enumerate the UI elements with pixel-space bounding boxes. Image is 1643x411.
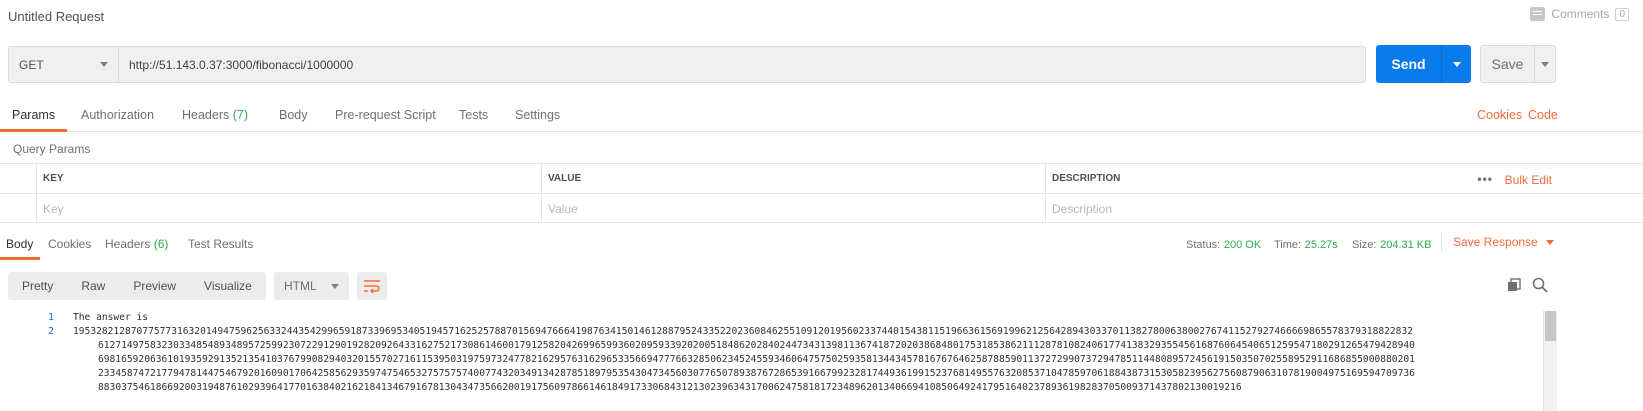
language-label: HTML <box>284 279 317 293</box>
search-icon[interactable] <box>1532 277 1548 293</box>
code-line-2-wrap: 2334587472177947814475467920160901706425… <box>98 368 1415 379</box>
tab-body[interactable]: Body <box>279 100 308 132</box>
tab-response-headers-count: (6) <box>153 237 169 251</box>
preview-button[interactable]: Preview <box>119 272 190 300</box>
wrap-lines-button[interactable] <box>357 272 387 300</box>
code-link[interactable]: Code <box>1528 108 1558 122</box>
save-response-button[interactable]: Save Response <box>1453 235 1554 249</box>
raw-button[interactable]: Raw <box>67 272 119 300</box>
method-select[interactable]: GET <box>9 47 119 82</box>
tab-pre-request-script[interactable]: Pre-request Script <box>335 100 436 132</box>
line-number: 2 <box>47 326 54 337</box>
value-input[interactable]: Value <box>541 194 1045 223</box>
send-button[interactable]: Send <box>1376 45 1442 83</box>
request-title[interactable]: Untitled Request <box>8 9 104 24</box>
time-label: Time: <box>1274 239 1302 251</box>
code-line-2-wrap: 6127149758323033485489348957259923072291… <box>98 340 1415 351</box>
tab-headers-count: (7) <box>232 108 249 122</box>
request-tabs: Params Authorization Headers (7) Body Pr… <box>0 100 1643 132</box>
params-header-row: KEY VALUE DESCRIPTION ••• Bulk Edit <box>0 164 1643 194</box>
value-column-header: VALUE <box>541 164 1045 193</box>
code-line-1: The answer is <box>73 312 149 323</box>
send-options-button[interactable] <box>1442 45 1471 83</box>
divider <box>1441 234 1442 252</box>
params-table: KEY VALUE DESCRIPTION ••• Bulk Edit Key … <box>0 163 1643 223</box>
key-column-header: KEY <box>36 164 541 193</box>
status-label: Status: <box>1186 239 1221 251</box>
tab-tests[interactable]: Tests <box>459 100 488 132</box>
code-line-2-wrap: 8830375461866920031948761029396417701638… <box>98 382 1242 393</box>
size-value: 204.31 KB <box>1380 239 1432 251</box>
method-label: GET <box>19 57 44 72</box>
response-tabs: Body Cookies Headers (6) Test Results St… <box>0 232 1643 260</box>
tab-response-headers[interactable]: Headers (6) <box>105 232 168 260</box>
tab-response-body[interactable]: Body <box>0 232 40 260</box>
visualize-button[interactable]: Visualize <box>190 272 266 300</box>
wrap-lines-icon <box>364 280 380 293</box>
chevron-down-icon <box>1452 61 1461 67</box>
code-line-2: 1953282128707757731632014947596256332443… <box>73 326 1414 337</box>
chevron-down-icon <box>100 62 108 67</box>
comment-icon <box>1530 7 1546 21</box>
save-response-label: Save Response <box>1453 235 1538 249</box>
tab-response-headers-label: Headers <box>105 237 151 251</box>
comments-label: Comments <box>1551 7 1610 21</box>
format-bar: Pretty Raw Preview Visualize <box>8 272 266 300</box>
tab-authorization[interactable]: Authorization <box>81 100 154 132</box>
scrollbar-thumb[interactable] <box>1545 311 1556 341</box>
pretty-button[interactable]: Pretty <box>8 272 67 300</box>
url-input[interactable]: http://51.143.0.37:3000/fibonacci/100000… <box>119 47 1365 82</box>
description-input[interactable]: Description <box>1045 194 1643 223</box>
description-column-header: DESCRIPTION <box>1045 164 1643 193</box>
size-label: Size: <box>1352 239 1377 251</box>
time-value: 25.27s <box>1304 239 1338 251</box>
params-row: Key Value Description <box>0 194 1643 223</box>
send-button-group: Send <box>1376 45 1471 83</box>
tab-test-results[interactable]: Test Results <box>188 232 253 260</box>
language-select[interactable]: HTML <box>274 272 349 300</box>
chevron-down-icon <box>331 283 339 289</box>
save-button[interactable]: Save <box>1481 46 1535 82</box>
save-button-group: Save <box>1480 45 1556 83</box>
chevron-down-icon <box>1541 61 1549 67</box>
cookies-link[interactable]: Cookies <box>1477 108 1522 122</box>
bulk-edit-link[interactable]: Bulk Edit <box>1505 173 1552 187</box>
tab-response-cookies[interactable]: Cookies <box>48 232 91 260</box>
time-info: Time: 25.27s <box>1274 236 1338 251</box>
copy-icon[interactable] <box>1507 278 1521 292</box>
code-line-2-wrap: 6981659206361019359291352135410376799082… <box>98 354 1415 365</box>
query-params-title: Query Params <box>13 142 91 156</box>
status-info: Status: 200 OK <box>1186 236 1261 251</box>
more-options-icon[interactable]: ••• <box>1477 172 1493 186</box>
size-info: Size: 204.31 KB <box>1352 236 1431 251</box>
tab-headers[interactable]: Headers (7) <box>182 100 248 132</box>
chevron-down-icon <box>1545 239 1554 245</box>
key-input[interactable]: Key <box>36 194 541 223</box>
comments-button[interactable]: Comments 0 <box>1530 7 1629 21</box>
tab-settings[interactable]: Settings <box>515 100 560 132</box>
comments-count: 0 <box>1615 7 1629 21</box>
line-number: 1 <box>47 312 54 323</box>
status-value: 200 OK <box>1223 239 1262 251</box>
save-options-button[interactable] <box>1535 46 1555 82</box>
tab-headers-label: Headers <box>182 108 230 122</box>
tab-params[interactable]: Params <box>0 100 67 132</box>
response-body-editor[interactable]: 1 The answer is 2 1953282128707757731632… <box>0 311 1543 411</box>
request-bar: GET http://51.143.0.37:3000/fibonacci/10… <box>8 46 1366 83</box>
